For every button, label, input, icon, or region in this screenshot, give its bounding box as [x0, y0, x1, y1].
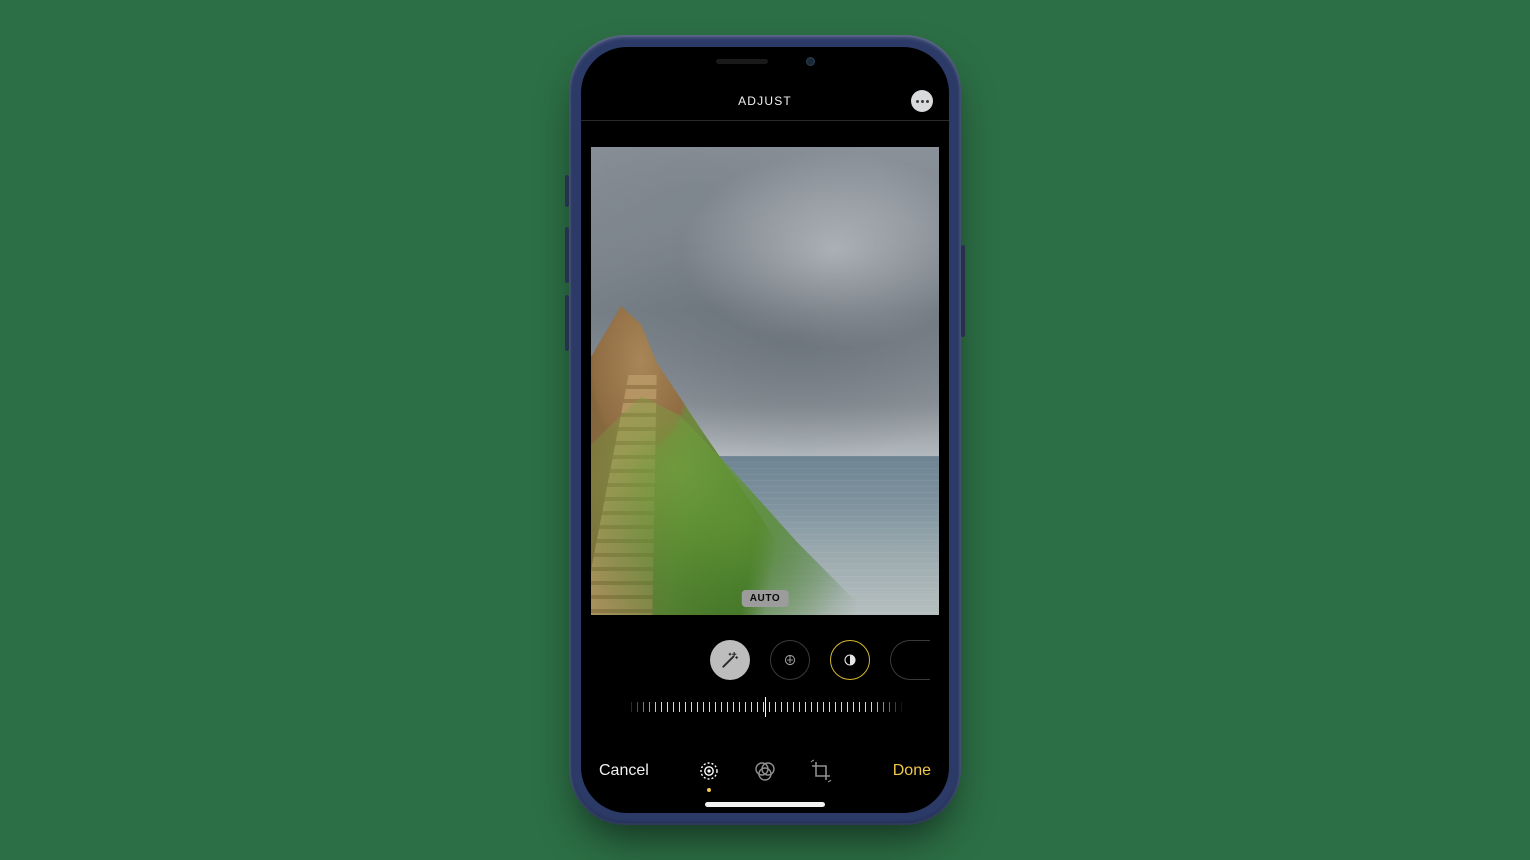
mode-crop[interactable]	[808, 758, 834, 784]
brilliance-icon	[840, 650, 860, 670]
mode-adjust[interactable]	[696, 758, 722, 784]
notch	[675, 47, 855, 75]
volume-up-button	[565, 227, 569, 283]
home-indicator[interactable]	[705, 802, 825, 807]
filters-icon	[752, 758, 778, 784]
mode-switcher	[696, 758, 834, 784]
mode-filters[interactable]	[752, 758, 778, 784]
cancel-button[interactable]: Cancel	[599, 762, 649, 780]
mode-active-dot	[707, 788, 711, 792]
adjust-brilliance[interactable]	[830, 640, 870, 680]
stage: ADJUST AUTO	[0, 0, 1530, 860]
volume-down-button	[565, 295, 569, 351]
slider-center-indicator	[765, 697, 766, 717]
phone-frame: ADJUST AUTO	[569, 35, 961, 825]
power-button	[961, 245, 965, 337]
crop-rotate-icon	[808, 758, 834, 784]
ellipsis-icon	[916, 100, 919, 103]
adjust-dial-icon	[696, 758, 722, 784]
more-button[interactable]	[911, 90, 933, 112]
photo-content	[591, 147, 939, 615]
exposure-icon	[780, 650, 800, 670]
editor-footer: Cancel	[581, 747, 949, 795]
adjust-exposure[interactable]	[770, 640, 810, 680]
adjustment-slider[interactable]	[625, 697, 905, 717]
front-camera	[806, 57, 815, 66]
photo-canvas[interactable]: AUTO	[591, 147, 939, 615]
auto-badge: AUTO	[742, 590, 789, 607]
screen: ADJUST AUTO	[581, 47, 949, 813]
header-title: ADJUST	[738, 94, 792, 108]
adjust-auto[interactable]	[710, 640, 750, 680]
adjustment-carousel[interactable]	[581, 630, 949, 690]
done-button[interactable]: Done	[893, 762, 931, 780]
magic-wand-icon	[720, 650, 740, 670]
mute-switch	[565, 175, 569, 207]
speaker-grille	[716, 59, 768, 64]
adjust-next-peek[interactable]	[890, 640, 930, 680]
